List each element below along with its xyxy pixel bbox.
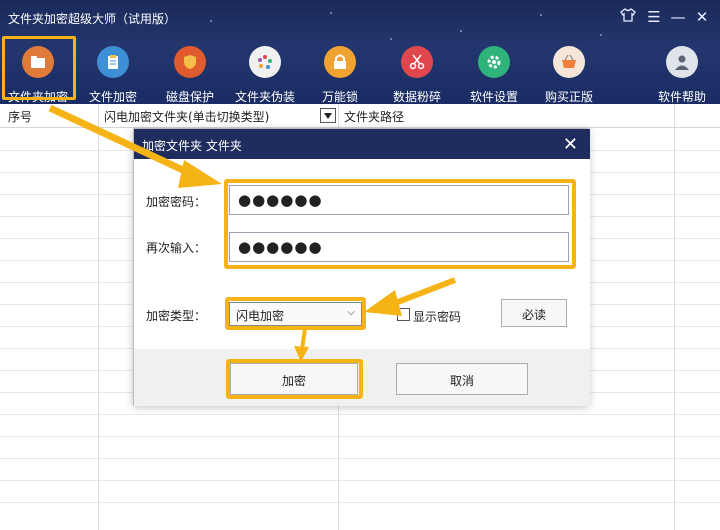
app-window: 文件夹加密超级大师（试用版） ☰ — ✕ 文件夹加密 文件加密 磁盘保护 文件夹… — [0, 0, 720, 530]
arrow-head — [294, 346, 309, 362]
arrow-to-type-select — [388, 277, 457, 308]
arrow-head — [178, 160, 222, 188]
arrow-head — [364, 290, 402, 316]
annotation-arrows — [48, 104, 457, 362]
arrow-to-password — [48, 104, 202, 182]
